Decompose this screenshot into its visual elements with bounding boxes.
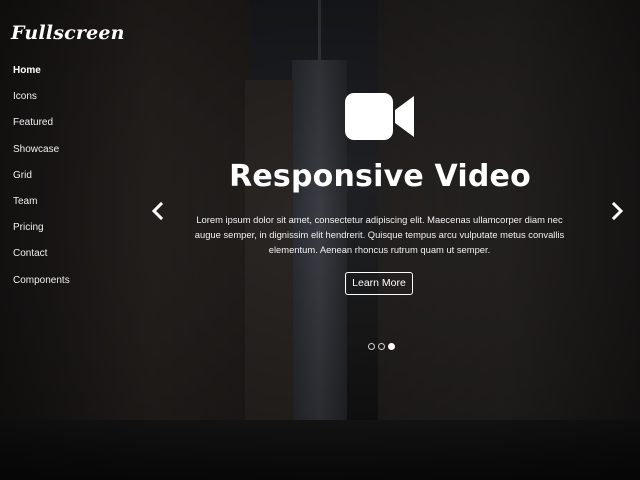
nav-item-icons[interactable]: Icons (13, 90, 70, 116)
nav-item-home[interactable]: Home (13, 64, 70, 90)
carousel-indicator[interactable] (368, 343, 375, 350)
carousel-indicators (368, 343, 395, 350)
nav-item-showcase[interactable]: Showcase (13, 143, 70, 169)
video-camera-icon (345, 93, 415, 140)
nav-item-featured[interactable]: Featured (13, 116, 70, 142)
brand-logo[interactable]: Fullscreen (11, 22, 125, 44)
hero-description: Lorem ipsum dolor sit amet, consectetur … (194, 214, 565, 255)
hero-title: Responsive Video (229, 159, 531, 194)
nav-item-contact[interactable]: Contact (13, 247, 70, 273)
nav-item-pricing[interactable]: Pricing (13, 221, 70, 247)
sidebar-nav: Home Icons Featured Showcase Grid Team P… (13, 64, 70, 300)
chevron-left-icon (151, 201, 164, 221)
learn-more-button[interactable]: Learn More (345, 272, 413, 295)
carousel-prev-button[interactable] (149, 201, 167, 221)
carousel-indicator[interactable] (378, 343, 385, 350)
carousel-indicator[interactable] (388, 343, 395, 350)
nav-item-team[interactable]: Team (13, 195, 70, 221)
chevron-right-icon (611, 201, 624, 221)
carousel-next-button[interactable] (608, 201, 626, 221)
sidebar: Fullscreen Home Icons Featured Showcase … (0, 0, 190, 480)
nav-item-grid[interactable]: Grid (13, 169, 70, 195)
nav-item-components[interactable]: Components (13, 274, 70, 300)
